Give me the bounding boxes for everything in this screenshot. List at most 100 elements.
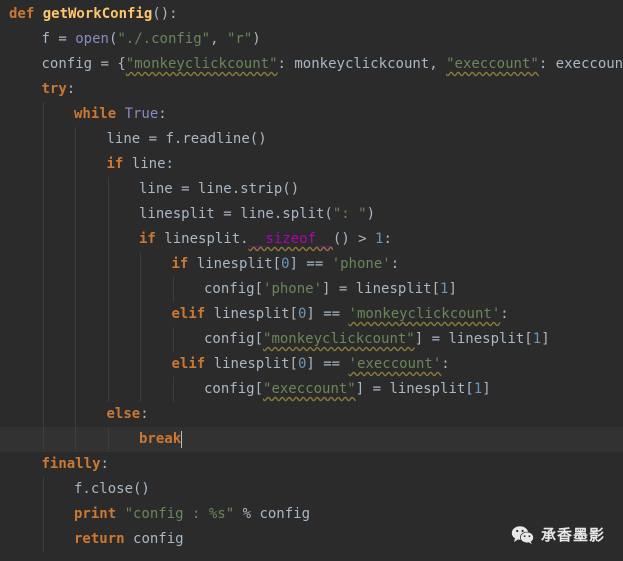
code-token: 'phone' (263, 281, 323, 297)
code-token: : (390, 256, 400, 272)
code-token: if (139, 231, 165, 247)
code-editor[interactable]: def getWorkConfig(): f = open("./.config"… (0, 0, 623, 561)
code-token: line = line.strip() (139, 181, 300, 197)
code-token: config[ (204, 331, 264, 347)
code-token: while (74, 106, 125, 122)
watermark-label: 承香墨影 (540, 526, 605, 544)
code-token: 'phone' (331, 256, 391, 272)
indent-guide (107, 177, 109, 402)
code-token: config[ (204, 281, 264, 297)
code-token: "execcount" (263, 381, 356, 397)
code-line[interactable]: line = f.readline() (107, 127, 267, 152)
code-token: ] == (306, 306, 349, 322)
code-token: ] == (289, 256, 332, 272)
code-line[interactable]: print "config : %s" % config (74, 502, 310, 527)
code-token: "execcount" (446, 56, 539, 72)
code-token: 'monkeyclickcount' (348, 306, 501, 322)
code-token: open (75, 31, 109, 47)
code-token: if (171, 256, 197, 272)
wechat-icon (511, 525, 534, 544)
code-token: % config (234, 506, 311, 522)
indent-guide (42, 102, 44, 452)
code-line[interactable]: f = open("./.config", "r") (42, 27, 261, 52)
code-token: , (210, 31, 227, 47)
code-token: getWorkConfig (42, 6, 153, 22)
code-token: f.close() (74, 481, 150, 497)
code-token: ] = linesplit[ (355, 381, 474, 397)
code-token: ) (366, 206, 376, 222)
code-token: True (124, 106, 159, 122)
code-token: f = (41, 31, 76, 47)
code-token: ] (482, 381, 491, 397)
indent-guide (42, 477, 44, 552)
code-token: : monkeyclickcount, (277, 56, 447, 72)
code-line[interactable]: config["execcount"] = linesplit[1] (204, 377, 491, 402)
code-token: 'execcount' (348, 356, 442, 372)
code-token: 1 (532, 331, 542, 347)
code-token: ) (252, 31, 261, 47)
indent-guide (172, 377, 174, 402)
code-token: 0 (281, 256, 290, 272)
code-token: ] = linesplit[ (414, 331, 533, 347)
current-line-highlight (0, 427, 623, 452)
code-token: : (500, 306, 509, 322)
code-line[interactable]: break (139, 427, 183, 452)
code-token: : (383, 231, 392, 247)
code-token: : (100, 456, 109, 472)
code-token: config[ (204, 381, 264, 397)
code-token: linesplit. (164, 231, 249, 247)
code-token: config (133, 531, 184, 547)
code-token: "./.config" (117, 31, 211, 47)
code-token: "r" (226, 31, 253, 47)
code-line[interactable]: if linesplit.__sizeof__() > 1: (139, 227, 392, 252)
code-line[interactable]: if linesplit[0] == 'phone': (172, 252, 400, 277)
code-line[interactable]: elif linesplit[0] == 'monkeyclickcount': (172, 302, 509, 327)
code-token: linesplit[ (213, 356, 298, 372)
code-token: if (106, 156, 132, 172)
indent-guide (75, 127, 76, 452)
code-token: ] (448, 281, 457, 297)
code-token: 1 (473, 381, 483, 397)
code-line[interactable]: config["monkeyclickcount"] = linesplit[1… (204, 327, 550, 352)
code-token: linesplit = line.split( (139, 206, 333, 222)
code-token: : (441, 356, 450, 372)
code-token: "monkeyclickcount" (263, 331, 415, 347)
code-token: : (158, 106, 167, 122)
code-line[interactable]: f.close() (74, 477, 150, 502)
code-token: finally (41, 456, 101, 472)
code-token: elif (171, 356, 214, 372)
code-token: ] = linesplit[ (322, 281, 441, 297)
code-line[interactable]: elif linesplit[0] == 'execcount': (172, 352, 450, 377)
code-token: ] == (306, 356, 349, 372)
code-line[interactable]: def getWorkConfig(): (9, 2, 178, 27)
code-line[interactable]: return config (74, 527, 184, 552)
code-line[interactable]: else: (107, 402, 149, 427)
code-token: ": " (332, 206, 367, 222)
code-token: return (74, 531, 134, 547)
indent-guide (172, 327, 174, 352)
code-token: ] (541, 331, 550, 347)
code-token: line = f.readline() (106, 131, 267, 147)
code-token: () > (332, 231, 376, 247)
code-token: (): (152, 6, 178, 22)
code-token: : (66, 81, 76, 97)
code-token: config = { (41, 56, 126, 72)
code-line[interactable]: while True: (74, 102, 167, 127)
code-line[interactable]: config = {"monkeyclickcount": monkeyclic… (42, 52, 623, 77)
code-line[interactable]: if line: (107, 152, 174, 177)
code-line[interactable]: finally: (42, 452, 109, 477)
code-token: : (140, 406, 149, 422)
code-token: "monkeyclickcount" (125, 56, 278, 72)
code-token: __sizeof__ (248, 231, 333, 247)
code-token: else (106, 406, 141, 422)
code-line[interactable]: line = line.strip() (139, 177, 299, 202)
code-token: line: (131, 156, 174, 172)
watermark: 承香墨影 (511, 524, 605, 545)
code-token: break (139, 431, 182, 447)
code-token: : execcount} (538, 56, 623, 72)
code-line[interactable]: config['phone'] = linesplit[1] (204, 277, 457, 302)
code-line[interactable]: try: (42, 77, 76, 102)
code-token: "config : %s" (124, 506, 235, 522)
code-line[interactable]: linesplit = line.split(": ") (139, 202, 375, 227)
code-token: def (9, 6, 43, 22)
